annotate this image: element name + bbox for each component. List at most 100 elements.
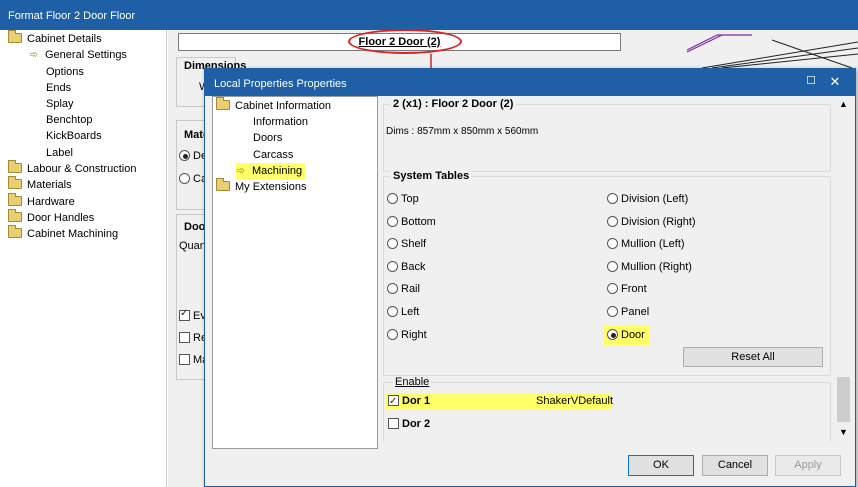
- radio-label: Right: [401, 329, 427, 341]
- radio-label: Back: [401, 261, 426, 273]
- radio-icon: [387, 283, 398, 294]
- tree-label: Materials: [27, 179, 72, 191]
- system-tables-label: System Tables: [390, 170, 473, 182]
- radio-rail[interactable]: Rail: [387, 281, 420, 297]
- radio-top[interactable]: Top: [387, 191, 419, 207]
- cancel-button[interactable]: Cancel: [702, 455, 768, 476]
- radio-label: Panel: [621, 306, 650, 318]
- radio-label: Mullion (Left): [621, 238, 685, 250]
- tree-label: Hardware: [27, 196, 75, 208]
- checkbox-icon: [179, 308, 190, 321]
- radio-icon: [607, 261, 618, 272]
- radio-icon: [607, 329, 618, 340]
- tree-item-cabinet-information[interactable]: Cabinet Information: [216, 97, 331, 114]
- tree-item-splay[interactable]: Splay: [46, 96, 74, 112]
- radio-icon: [387, 216, 398, 227]
- tree-label: General Settings: [45, 49, 127, 61]
- radio-label: Rail: [401, 283, 420, 295]
- reset-all-button[interactable]: Reset All: [683, 347, 823, 367]
- radio-icon: [387, 306, 398, 317]
- tree-item-doors[interactable]: Doors: [253, 130, 282, 146]
- tree-item-carcass[interactable]: Carcass: [253, 147, 293, 163]
- checkbox-icon: [388, 393, 399, 410]
- outer-window-title: Format Floor 2 Door Floor: [0, 0, 858, 30]
- dialog-content: 2 (x1) : Floor 2 Door (2) Dims : 857mm x…: [383, 96, 835, 441]
- radio-label: Door: [621, 329, 645, 341]
- scroll-thumb[interactable]: [837, 377, 850, 422]
- tree-item-machining[interactable]: ➾ Machining: [236, 163, 306, 179]
- tree-item-label[interactable]: Label: [46, 145, 73, 161]
- scroll-up-icon[interactable]: ▲: [835, 96, 852, 113]
- radio-front[interactable]: Front: [607, 281, 647, 297]
- radio-label: Shelf: [401, 238, 427, 250]
- system-tables-group: System Tables Top Bottom Shelf Back Rail…: [383, 170, 831, 376]
- tree-item-cabinet-machining[interactable]: Cabinet Machining: [8, 225, 118, 242]
- tree-item-door-handles[interactable]: Door Handles: [8, 209, 95, 226]
- radio-shelf[interactable]: Shelf: [387, 236, 426, 252]
- radio-door[interactable]: Door: [603, 325, 649, 345]
- tree-label: Door Handles: [27, 212, 95, 224]
- radio-icon: [179, 150, 190, 161]
- radio-right[interactable]: Right: [387, 327, 427, 343]
- enable-row-dor-1[interactable]: Dor 1 ShakerVDefault: [386, 393, 614, 410]
- radio-icon: [387, 193, 398, 204]
- tree-item-general-settings[interactable]: ➾ General Settings: [29, 47, 127, 63]
- enable-row-dor-2[interactable]: Dor 2: [386, 416, 430, 433]
- vertical-scrollbar[interactable]: ▲ ▼: [835, 96, 852, 441]
- enable-row-value: ShakerVDefault: [536, 395, 614, 407]
- maximize-icon[interactable]: ☐: [803, 74, 819, 90]
- radio-label: Division (Left): [621, 193, 689, 205]
- radio-back[interactable]: Back: [387, 259, 425, 275]
- radio-left[interactable]: Left: [387, 304, 419, 320]
- tree-label: My Extensions: [235, 181, 307, 193]
- ok-button[interactable]: OK: [628, 455, 694, 476]
- tree-item-labour-construction[interactable]: Labour & Construction: [8, 160, 136, 177]
- checkbox-icon: [179, 354, 190, 365]
- folder-icon: [8, 160, 22, 173]
- radio-division-right[interactable]: Division (Right): [607, 214, 696, 230]
- apply-button[interactable]: Apply: [775, 455, 841, 476]
- cabinet-dims: Dims : 857mm x 850mm x 560mm: [386, 126, 539, 137]
- radio-division-left[interactable]: Division (Left): [607, 191, 688, 207]
- arrow-icon: ➾: [29, 49, 39, 61]
- folder-icon: [8, 30, 22, 43]
- enable-label: Enable: [393, 376, 432, 388]
- tree-label: Machining: [252, 165, 303, 177]
- radio-icon: [607, 306, 618, 317]
- cabinet-drawing: [686, 34, 858, 69]
- radio-icon: [387, 329, 398, 340]
- radio-label: Left: [401, 306, 420, 318]
- radio-mullion-right[interactable]: Mullion (Right): [607, 259, 692, 275]
- close-icon[interactable]: ✕: [827, 74, 843, 90]
- annotation-ellipse: [348, 29, 462, 54]
- tree-item-ends[interactable]: Ends: [46, 80, 71, 96]
- tree-item-materials[interactable]: Materials: [8, 176, 72, 193]
- tree-item-kickboards[interactable]: KickBoards: [46, 128, 102, 144]
- folder-icon: [216, 178, 230, 191]
- tree-item-my-extensions[interactable]: My Extensions: [216, 178, 307, 195]
- tree-item-hardware[interactable]: Hardware: [8, 193, 75, 210]
- radio-bottom[interactable]: Bottom: [387, 214, 436, 230]
- enable-row-name: Dor 1: [402, 395, 431, 407]
- radio-icon: [387, 261, 398, 272]
- radio-icon: [607, 283, 618, 294]
- cabinet-header-title: 2 (x1) : Floor 2 Door (2): [390, 98, 517, 110]
- checkbox-icon: [179, 332, 190, 343]
- radio-panel[interactable]: Panel: [607, 304, 649, 320]
- radio-label: Bottom: [401, 216, 436, 228]
- radio-mullion-left[interactable]: Mullion (Left): [607, 236, 685, 252]
- radio-label: Top: [401, 193, 419, 205]
- tree-label: Cabinet Information: [235, 100, 331, 112]
- tree-item-benchtop[interactable]: Benchtop: [46, 112, 92, 128]
- tree-item-information[interactable]: Information: [253, 114, 308, 130]
- tree-item-cabinet-details[interactable]: Cabinet Details: [8, 30, 102, 47]
- enable-group: Enable Dor 1 ShakerVDefault Dor 2: [383, 376, 831, 441]
- scroll-down-icon[interactable]: ▼: [835, 424, 852, 441]
- radio-icon: [387, 238, 398, 249]
- tree-label: Cabinet Details: [27, 33, 102, 45]
- checkbox-icon: [388, 418, 399, 429]
- tree-item-options[interactable]: Options: [46, 64, 84, 80]
- folder-icon: [8, 209, 22, 222]
- radio-label: Division (Right): [621, 216, 696, 228]
- arrow-icon: ➾: [236, 165, 246, 177]
